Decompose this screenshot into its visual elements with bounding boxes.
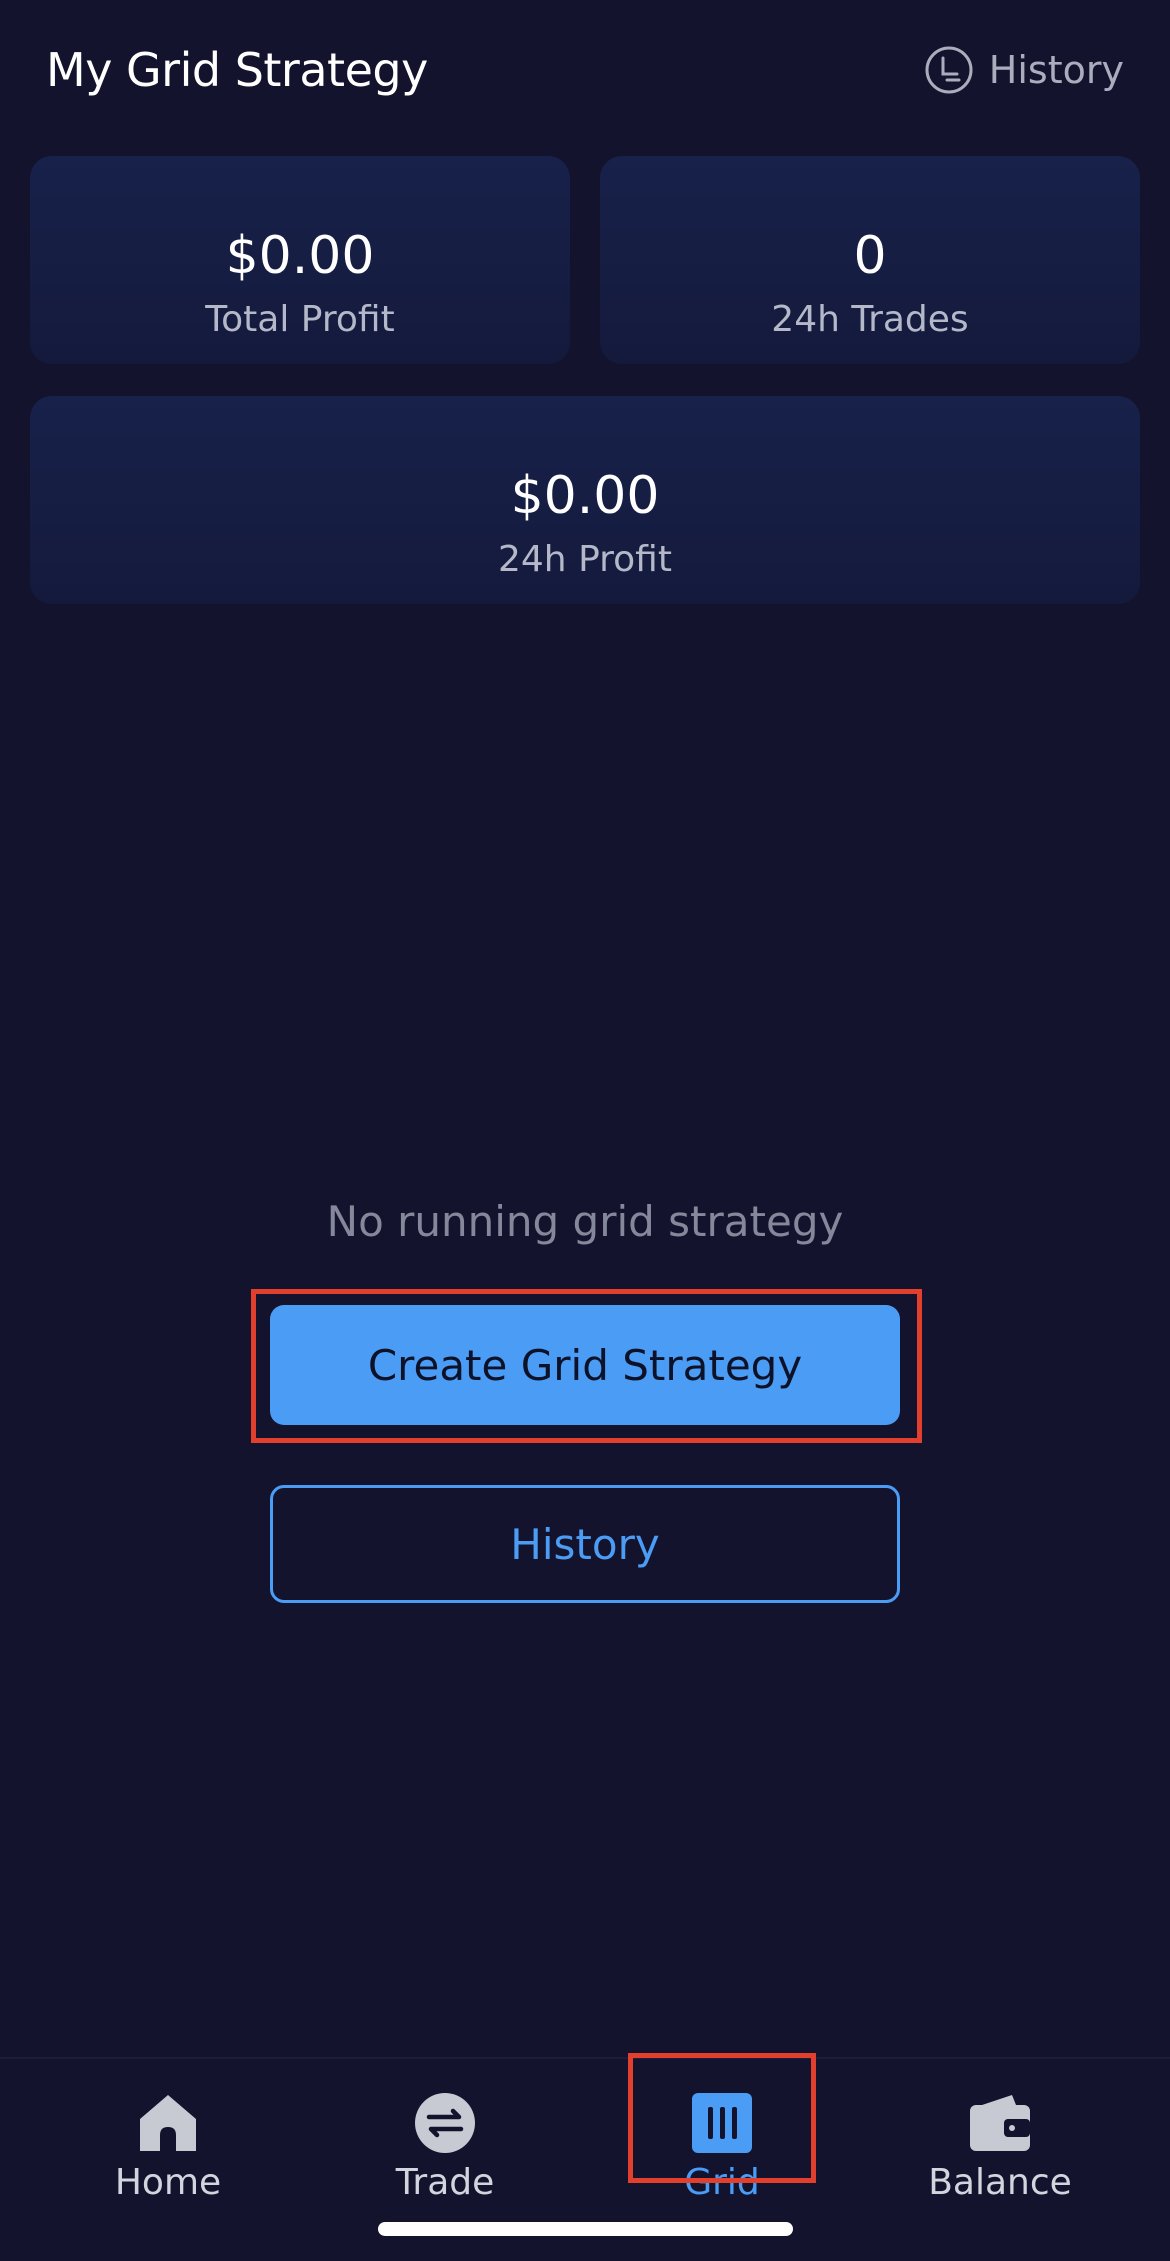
trades-24h-card: 0 24h Trades: [600, 156, 1140, 364]
total-profit-value: $0.00: [225, 226, 375, 286]
tab-balance[interactable]: Balance: [900, 2091, 1100, 2221]
tab-home[interactable]: Home: [68, 2091, 268, 2221]
tab-trade[interactable]: Trade: [345, 2091, 545, 2221]
profit-24h-label: 24h Profit: [498, 539, 672, 580]
header: My Grid Strategy History: [0, 0, 1170, 140]
tab-trade-label: Trade: [395, 2162, 495, 2203]
header-history-link[interactable]: History: [923, 42, 1124, 98]
empty-state-message: No running grid strategy: [326, 1197, 844, 1246]
total-profit-label: Total Profit: [205, 299, 395, 340]
wallet-icon: [970, 2095, 1030, 2151]
total-profit-card: $0.00 Total Profit: [30, 156, 570, 364]
trades-24h-label: 24h Trades: [771, 299, 969, 340]
tab-grid-label: Grid: [684, 2162, 760, 2203]
swap-icon: [415, 2093, 475, 2153]
header-history-label: History: [988, 48, 1124, 92]
history-button[interactable]: History: [270, 1485, 900, 1603]
create-grid-strategy-button[interactable]: Create Grid Strategy: [270, 1305, 900, 1425]
page-title: My Grid Strategy: [46, 43, 428, 97]
home-indicator: [378, 2222, 793, 2236]
tab-grid[interactable]: Grid: [622, 2091, 822, 2221]
tab-home-label: Home: [114, 2162, 222, 2203]
home-icon: [140, 2095, 196, 2151]
trades-24h-value: 0: [853, 226, 887, 286]
history-clock-icon: [925, 46, 973, 94]
profit-24h-card: $0.00 24h Profit: [30, 396, 1140, 604]
profit-24h-value: $0.00: [510, 466, 660, 526]
grid-bars-icon: [692, 2093, 752, 2153]
tab-balance-label: Balance: [928, 2162, 1072, 2203]
